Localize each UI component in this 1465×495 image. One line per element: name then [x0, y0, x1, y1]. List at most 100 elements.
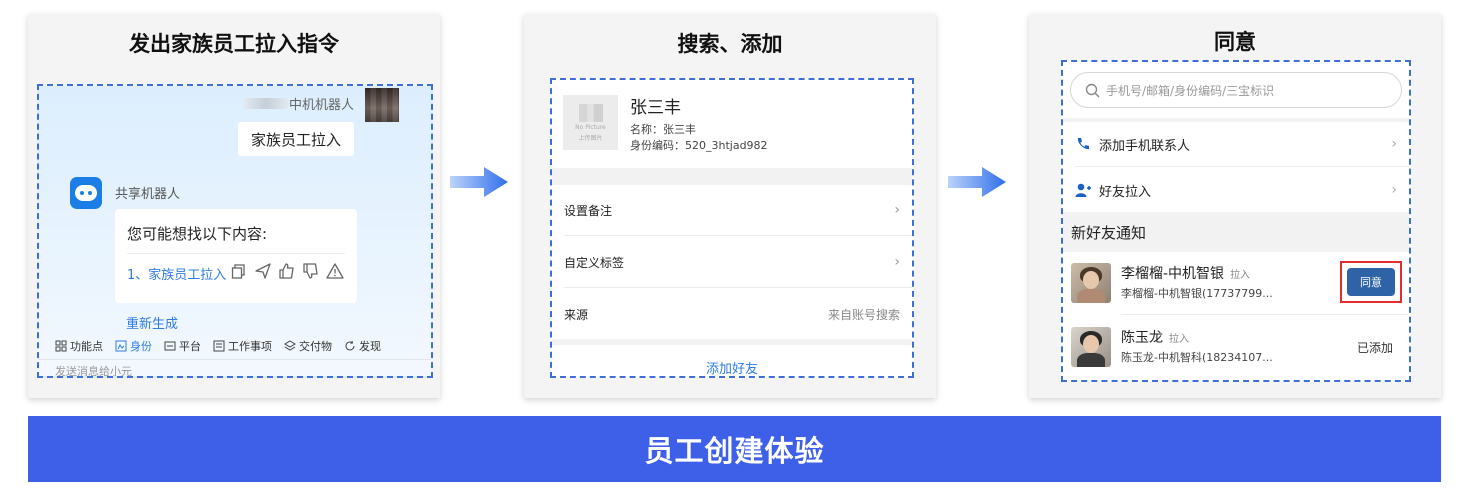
friend-pull-row[interactable]: 好友拉入 › — [1063, 168, 1409, 212]
avatar — [1071, 263, 1111, 303]
flow-arrow-icon — [450, 167, 508, 197]
friend-name-line: 陈玉龙 拉入 — [1121, 327, 1189, 347]
profile-field-name: 名称：张三丰 — [630, 123, 696, 136]
toolbar-label: 身份 — [130, 340, 152, 353]
chevron-right-icon: › — [894, 254, 900, 270]
reply-divider — [127, 253, 345, 254]
building-icon — [578, 103, 603, 122]
toolbar-item-features[interactable]: 功能点 — [55, 338, 103, 354]
friend-tag: 拉入 — [1169, 334, 1189, 345]
friend-request-item: 李榴榴-中机智银 拉入 李榴榴-中机智银(17737799... 同意 — [1063, 252, 1409, 314]
stage: 发出家族员工拉入指令 中机机器人 家族员工拉入 共享机器人 您可能想找以下内容:… — [0, 0, 1465, 495]
toolbar-label: 平台 — [179, 340, 201, 353]
grid-icon — [55, 340, 67, 352]
add-phone-contact-row[interactable]: 添加手机联系人 › — [1063, 122, 1409, 166]
panel-title: 同意 — [1214, 30, 1256, 54]
custom-tags-row[interactable]: 自定义标签 › — [552, 237, 912, 287]
toolbar-item-deliverables[interactable]: 交付物 — [284, 338, 332, 354]
chevron-right-icon: › — [1391, 136, 1397, 152]
warning-icon[interactable] — [326, 262, 344, 280]
chat-screen: 中机机器人 家族员工拉入 共享机器人 您可能想找以下内容: 1、家族员工拉入 重… — [37, 84, 433, 378]
toolbar-label: 交付物 — [299, 340, 332, 353]
panel-agree: 同意 手机号/邮箱/身份编码/三宝标识 添加手机联系人 › 好友拉入 › 新好友… — [1029, 14, 1441, 398]
panel-send-command: 发出家族员工拉入指令 中机机器人 家族员工拉入 共享机器人 您可能想找以下内容:… — [28, 14, 440, 398]
row-label: 自定义标签 — [564, 255, 625, 270]
panel-search-add: 搜索、添加 No Picture 上传图片 张三丰 名称：张三丰 身份编码：52… — [524, 14, 936, 398]
row-divider — [564, 287, 912, 288]
chevron-right-icon: › — [1391, 182, 1397, 198]
agree-button[interactable]: 同意 — [1347, 268, 1395, 296]
refresh-icon — [345, 340, 355, 351]
friend-tag: 拉入 — [1230, 270, 1251, 281]
row-label: 添加手机联系人 — [1099, 138, 1191, 154]
avatar — [1071, 327, 1111, 367]
toolbar-label: 工作事项 — [228, 340, 272, 353]
source-row: 来源 来自账号搜索 — [552, 289, 912, 339]
toolbar-item-identity[interactable]: 身份 — [115, 338, 152, 354]
friend-subtitle: 陈玉龙-中机智科(18234107... — [1121, 351, 1273, 364]
thumbs-down-icon[interactable] — [302, 262, 320, 280]
panel-title: 搜索、添加 — [677, 32, 783, 56]
thumbs-up-icon[interactable] — [278, 262, 296, 280]
add-friend-button[interactable]: 添加好友 — [552, 345, 912, 376]
row-label: 好友拉入 — [1099, 184, 1152, 200]
phone-icon — [1077, 138, 1089, 150]
sender-name: 中机机器人 — [289, 98, 355, 113]
platform-icon — [164, 341, 176, 351]
no-picture-subtext: 上传图片 — [578, 134, 603, 142]
copy-icon[interactable] — [230, 262, 248, 280]
profile-header: No Picture 上传图片 张三丰 名称：张三丰 身份编码：520_3htj… — [552, 80, 912, 168]
new-friends-screen: 手机号/邮箱/身份编码/三宝标识 添加手机联系人 › 好友拉入 › 新好友通知 — [1061, 60, 1411, 382]
row-label: 来源 — [564, 307, 589, 322]
profile-screen: No Picture 上传图片 张三丰 名称：张三丰 身份编码：520_3htj… — [550, 78, 914, 378]
suggestion-link[interactable]: 1、家族员工拉入 — [127, 264, 226, 283]
bottom-toolbar: 功能点 身份 平台 工作事项 交付物 发现 — [39, 334, 431, 358]
row-divider — [1121, 314, 1409, 315]
layers-icon — [284, 340, 296, 351]
toolbar-item-tasks[interactable]: 工作事项 — [213, 338, 272, 354]
section-gap — [552, 168, 912, 185]
toolbar-label: 发现 — [359, 340, 381, 353]
bot-avatar-icon — [70, 177, 102, 209]
highlight-box: 同意 — [1340, 261, 1402, 303]
search-icon — [1085, 83, 1100, 97]
profile-name: 张三丰 — [630, 98, 681, 118]
flow-arrow-icon — [948, 167, 1006, 197]
banner-title: 员工创建体验 — [28, 416, 1441, 482]
reply-intro: 您可能想找以下内容: — [127, 225, 268, 243]
friend-request-item: 陈玉龙 拉入 陈玉龙-中机智科(18234107... 已添加 — [1063, 316, 1409, 378]
id-card-icon — [115, 340, 127, 352]
row-label: 设置备注 — [564, 203, 613, 218]
add-user-icon — [1075, 183, 1091, 197]
friend-name-line: 李榴榴-中机智银 拉入 — [1121, 263, 1250, 283]
sender-avatar — [365, 88, 399, 122]
profile-placeholder-image: No Picture 上传图片 — [563, 95, 618, 150]
reply-bubble: 您可能想找以下内容: 1、家族员工拉入 — [115, 209, 357, 303]
blurred-sender-prefix — [243, 98, 289, 109]
added-status: 已添加 — [1356, 341, 1393, 355]
row-divider — [564, 235, 912, 236]
search-input[interactable]: 手机号/邮箱/身份编码/三宝标识 — [1070, 72, 1402, 108]
reply-actions — [230, 262, 344, 280]
chevron-right-icon: › — [894, 202, 900, 218]
row-divider — [1075, 166, 1409, 167]
no-picture-text: No Picture — [575, 123, 606, 131]
command-bubble: 家族员工拉入 — [238, 122, 354, 156]
new-friend-notice-heading: 新好友通知 — [1063, 212, 1409, 252]
message-input[interactable]: 发送消息给小元 — [39, 359, 431, 376]
toolbar-item-platform[interactable]: 平台 — [164, 338, 201, 354]
friend-subtitle: 李榴榴-中机智银(17737799... — [1121, 287, 1273, 300]
task-icon — [213, 340, 225, 352]
toolbar-item-discover[interactable]: 发现 — [344, 338, 381, 354]
bot-name: 共享机器人 — [115, 187, 181, 202]
send-icon[interactable] — [254, 262, 272, 280]
regenerate-link[interactable]: 重新生成 — [126, 313, 178, 332]
set-remark-row[interactable]: 设置备注 › — [552, 185, 912, 235]
search-placeholder: 手机号/邮箱/身份编码/三宝标识 — [1106, 83, 1275, 98]
profile-field-id: 身份编码：520_3htjad982 — [630, 139, 768, 152]
friend-name: 陈玉龙 — [1121, 330, 1163, 346]
toolbar-label: 功能点 — [70, 340, 103, 353]
friend-name: 李榴榴-中机智银 — [1121, 266, 1225, 282]
panel-title: 发出家族员工拉入指令 — [129, 32, 339, 56]
source-value: 来自账号搜索 — [827, 307, 900, 322]
